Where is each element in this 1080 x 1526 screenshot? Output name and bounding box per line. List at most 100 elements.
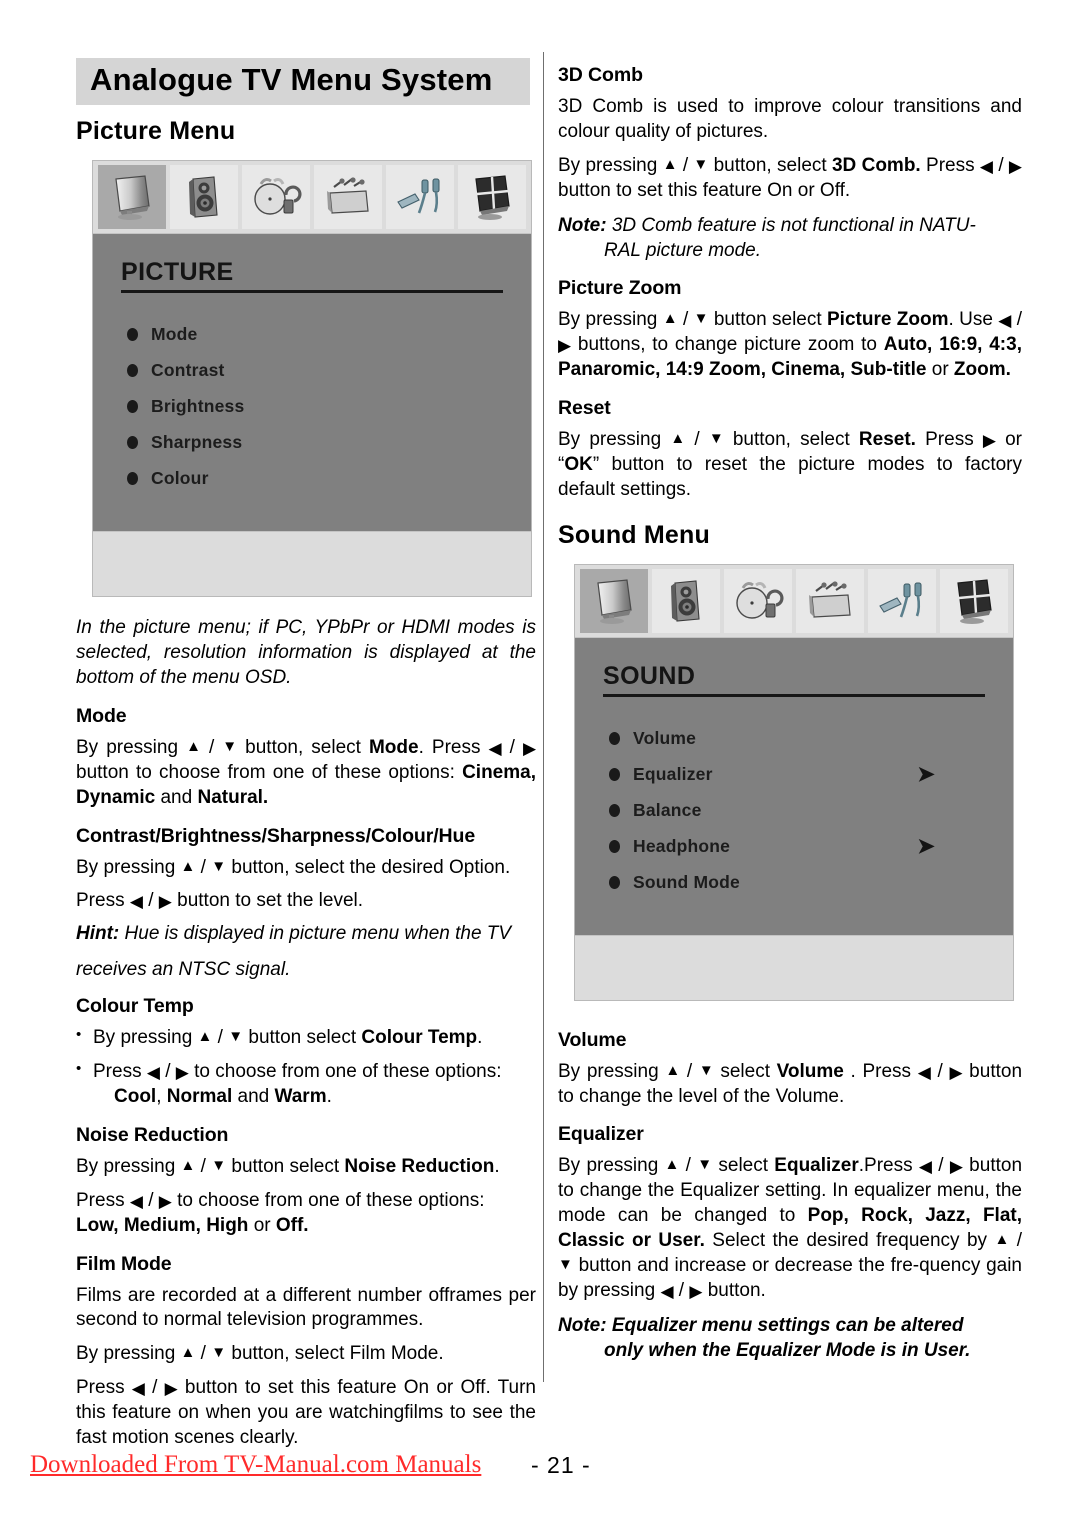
picture-zoom-paragraph: By pressing / button select Picture Zoom… bbox=[558, 308, 1022, 383]
downloaded-from-link[interactable]: Downloaded From TV-Manual.com Manuals bbox=[30, 1451, 481, 1479]
sound-osd-footer-panel bbox=[575, 934, 1013, 1000]
comb3d-heading: 3D Comb bbox=[558, 64, 643, 86]
bullet-dot-icon bbox=[127, 364, 138, 378]
up-arrow-icon bbox=[670, 431, 685, 446]
osd-item-label: Balance bbox=[633, 800, 702, 821]
sound-osd-body: SOUND Volume Equalizer ➤ Balance Headpho… bbox=[575, 637, 1013, 935]
colour-temp-heading: Colour Temp bbox=[76, 995, 194, 1018]
picture-osd-rule bbox=[121, 289, 503, 293]
right-arrow-icon bbox=[159, 893, 172, 910]
right-arrow-icon bbox=[1009, 158, 1022, 175]
osd-item-label: Headphone bbox=[633, 836, 731, 857]
right-arrow-icon bbox=[159, 1193, 172, 1210]
osd-item-headphone[interactable]: Headphone ➤ bbox=[609, 829, 989, 865]
down-arrow-icon bbox=[709, 431, 724, 446]
cbsch-heading: Contrast/Brightness/Sharpness/Colour/Hue bbox=[76, 824, 476, 847]
page-root: Analogue TV Menu System Picture Menu PIC… bbox=[0, 0, 1080, 1526]
down-arrow-icon bbox=[211, 1345, 226, 1360]
speaker-icon[interactable] bbox=[170, 164, 238, 229]
down-arrow-icon bbox=[211, 1158, 226, 1173]
submenu-arrow-icon: ➤ bbox=[917, 763, 935, 787]
tiled-screen-icon[interactable] bbox=[458, 164, 526, 229]
osd-item-contrast[interactable]: Contrast bbox=[127, 353, 507, 389]
up-arrow-icon bbox=[994, 1232, 1009, 1247]
column-divider bbox=[543, 52, 544, 1382]
osd-item-sound-mode[interactable]: Sound Mode bbox=[609, 865, 989, 901]
equalizer-note: Note: Equalizer menu settings can be alt… bbox=[558, 1314, 971, 1362]
comb3d-paragraph-2: By pressing / button, select 3D Comb. Pr… bbox=[558, 154, 1022, 204]
film-mode-paragraph-3: Press / button to set this feature On or… bbox=[76, 1376, 536, 1451]
equalizer-heading: Equalizer bbox=[558, 1123, 644, 1146]
reset-paragraph: By pressing / button, select Reset. Pres… bbox=[558, 428, 1022, 503]
sound-menu-heading: Sound Menu bbox=[558, 520, 710, 549]
clock-lock-icon[interactable] bbox=[242, 164, 310, 229]
bullet-dot-icon bbox=[127, 328, 138, 342]
noise-reduction-paragraph-1: By pressing / button select Noise Reduct… bbox=[76, 1155, 536, 1180]
osd-item-sharpness[interactable]: Sharpness bbox=[127, 425, 507, 461]
sound-osd-list: Volume Equalizer ➤ Balance Headphone ➤ S… bbox=[609, 721, 989, 901]
osd-item-label: Mode bbox=[151, 324, 198, 345]
osd-item-label: Volume bbox=[633, 728, 697, 749]
right-arrow-icon bbox=[983, 432, 996, 449]
osd-item-label: Sharpness bbox=[151, 432, 243, 453]
tiled-screen-icon[interactable] bbox=[940, 568, 1008, 633]
left-arrow-icon bbox=[998, 312, 1011, 329]
toolbox-icon[interactable] bbox=[314, 164, 382, 229]
left-arrow-icon bbox=[660, 1283, 673, 1300]
osd-item-volume[interactable]: Volume bbox=[609, 721, 989, 757]
noise-reduction-heading: Noise Reduction bbox=[76, 1123, 229, 1146]
right-arrow-icon bbox=[950, 1158, 963, 1175]
left-arrow-icon bbox=[489, 740, 502, 757]
colour-temp-list: By pressing / button select Colour Temp.… bbox=[76, 1025, 536, 1110]
right-arrow-icon bbox=[689, 1283, 702, 1300]
left-arrow-icon bbox=[918, 1064, 931, 1081]
left-arrow-icon bbox=[132, 1380, 145, 1397]
cables-icon[interactable] bbox=[868, 568, 936, 633]
speaker-icon[interactable] bbox=[652, 568, 720, 633]
right-arrow-icon bbox=[176, 1064, 189, 1081]
right-arrow-icon bbox=[165, 1380, 178, 1397]
list-item: By pressing / button select Colour Temp. bbox=[76, 1025, 536, 1051]
down-arrow-icon bbox=[228, 1029, 243, 1044]
picture-osd: PICTURE Mode Contrast Brightness Sharpne… bbox=[92, 159, 532, 597]
cables-icon[interactable] bbox=[386, 164, 454, 229]
bullet-dot-icon bbox=[609, 768, 620, 782]
osd-item-equalizer[interactable]: Equalizer ➤ bbox=[609, 757, 989, 793]
page-title: Analogue TV Menu System bbox=[90, 62, 493, 97]
clock-lock-icon[interactable] bbox=[724, 568, 792, 633]
osd-item-brightness[interactable]: Brightness bbox=[127, 389, 507, 425]
toolbox-icon[interactable] bbox=[796, 568, 864, 633]
noise-reduction-paragraph-2: Press / to choose from one of these opti… bbox=[76, 1189, 536, 1239]
volume-paragraph: By pressing / select Volume . Press / bu… bbox=[558, 1060, 1022, 1110]
tv-monitor-icon[interactable] bbox=[580, 568, 648, 633]
osd-item-label: Equalizer bbox=[633, 764, 713, 785]
osd-item-label: Contrast bbox=[151, 360, 225, 381]
page-number: - 21 - bbox=[531, 1452, 591, 1478]
picture-osd-footer-panel bbox=[93, 530, 531, 596]
picture-osd-list: Mode Contrast Brightness Sharpness Colou… bbox=[127, 317, 507, 497]
osd-item-colour[interactable]: Colour bbox=[127, 461, 507, 497]
bullet-dot-icon bbox=[127, 400, 138, 414]
tv-monitor-icon[interactable] bbox=[98, 164, 166, 229]
submenu-arrow-icon: ➤ bbox=[917, 835, 935, 859]
down-arrow-icon bbox=[558, 1257, 573, 1272]
down-arrow-icon bbox=[211, 859, 226, 874]
bullet-dot-icon bbox=[127, 472, 138, 486]
sound-osd-rule bbox=[603, 693, 985, 697]
sound-osd: SOUND Volume Equalizer ➤ Balance Headpho… bbox=[574, 563, 1014, 1001]
osd-item-label: Brightness bbox=[151, 396, 245, 417]
osd-item-balance[interactable]: Balance bbox=[609, 793, 989, 829]
bullet-dot-icon bbox=[609, 876, 620, 890]
film-mode-paragraph-1: Films are recorded at a different number… bbox=[76, 1284, 536, 1331]
left-arrow-icon bbox=[919, 1158, 932, 1175]
osd-item-mode[interactable]: Mode bbox=[127, 317, 507, 353]
down-arrow-icon bbox=[699, 1063, 714, 1078]
cbsch-paragraph-1: By pressing / button, select the desired… bbox=[76, 856, 536, 881]
down-arrow-icon bbox=[222, 739, 237, 754]
left-column: Analogue TV Menu System Picture Menu PIC… bbox=[76, 58, 536, 1460]
cbsch-hint-line-1: Hint: Hue is displayed in picture menu w… bbox=[76, 923, 512, 945]
up-arrow-icon bbox=[181, 1158, 196, 1173]
up-arrow-icon bbox=[665, 1157, 680, 1172]
left-arrow-icon bbox=[130, 893, 143, 910]
picture-menu-intro-note: In the picture menu; if PC, YPbPr or HDM… bbox=[76, 616, 536, 689]
